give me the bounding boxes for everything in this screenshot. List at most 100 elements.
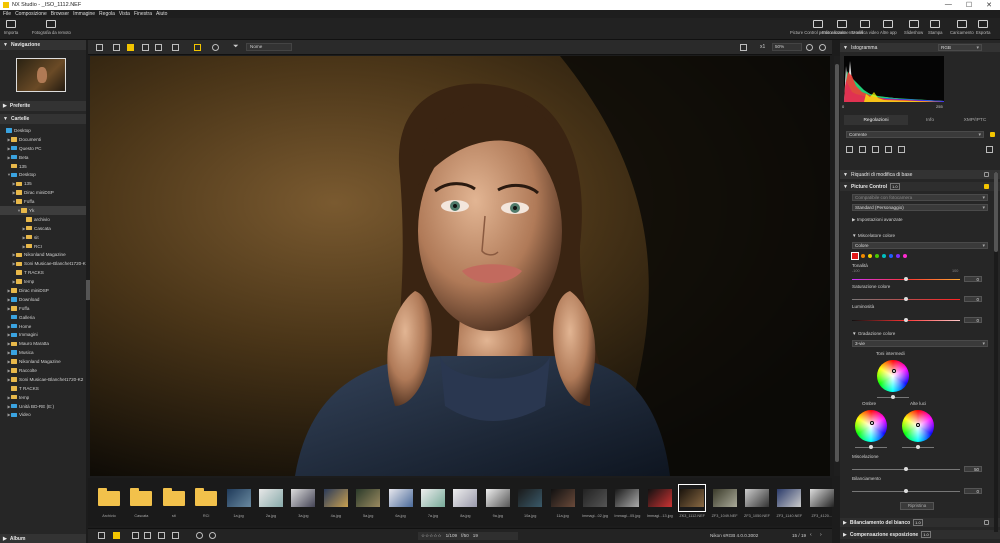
color-grading-header[interactable]: ▼ Gradazione colore [852,331,895,336]
folder-tree-item[interactable]: ▶ RCI [0,242,86,251]
menu-finestra[interactable]: Finestra [134,11,152,17]
color-swatch[interactable] [896,254,900,258]
folder-tree-item[interactable]: ▶ Soni Musicae-Blanchet1720-K [0,259,86,268]
shadows-wheel-handle[interactable] [870,421,874,425]
filter-icon[interactable]: ⏷ [233,43,239,51]
folder-tree-item[interactable]: ▼ Foffa [0,197,86,206]
thumbnail-size-icon[interactable] [98,532,105,539]
focus-point-icon[interactable] [194,44,201,51]
luminance-value-field[interactable]: 0 [964,317,982,323]
folder-tree-item[interactable]: Galleria [0,313,86,322]
rotate-right-icon[interactable] [209,532,216,539]
filmstrip-thumbnail[interactable] [678,484,707,512]
settings-gear-icon[interactable] [986,146,993,153]
highlights-color-wheel[interactable] [902,410,934,442]
filmstrip-thumbnail[interactable] [647,485,673,511]
menu-immagine[interactable]: Immagine [73,11,95,17]
filmstrip-thumbnail[interactable] [485,485,511,511]
navigation-thumbnail[interactable] [16,58,66,92]
folder-tree-item[interactable]: ▶ Documenti [0,135,86,144]
tab-info[interactable]: Info [910,115,950,125]
right-panel-scrollbar[interactable] [994,172,998,532]
folder-tree-item[interactable]: ▶ Download [0,295,86,304]
luminance-slider[interactable] [852,318,960,322]
filmstrip-folder[interactable] [96,485,122,511]
folder-tree-item[interactable]: ▼ Desktop [0,170,86,179]
list-view-icon[interactable] [113,44,120,51]
sort-select[interactable]: Nome [246,43,292,51]
midtones-wheel-handle[interactable] [892,369,896,373]
saturation-value-field[interactable]: 0 [964,296,982,302]
filmstrip-thumbnail[interactable] [226,485,252,511]
zoom-out-icon[interactable] [806,44,813,51]
balance-value-field[interactable]: 0 [964,488,982,494]
single-view-icon[interactable] [127,44,134,51]
menu-vista[interactable]: Vista [119,11,130,17]
brush-tool-icon[interactable] [859,146,866,153]
folder-tree-item[interactable]: Desktop [0,126,86,135]
color-swatch[interactable] [868,254,872,258]
histogram-view-icon[interactable] [172,44,179,51]
rating-stars[interactable]: ☆☆☆☆☆ [421,532,442,540]
filmstrip-thumbnail[interactable] [582,485,608,511]
reset-button[interactable]: Ripristina [900,502,934,510]
menu-composizione[interactable]: Composizione [15,11,47,17]
midtones-luminance-slider[interactable] [877,395,909,399]
saturation-slider-knob[interactable] [904,297,908,301]
rotate-left-icon[interactable] [196,532,203,539]
video-edit-button[interactable]: Modifica video [852,20,879,35]
folder-tree-item[interactable]: ▶ Unità BD-RE (E:) [0,402,86,411]
color-swatch[interactable] [875,254,879,258]
hue-slider[interactable] [852,277,960,281]
hue-slider-knob[interactable] [904,277,908,281]
fullscreen-icon[interactable] [212,44,219,51]
highlights-wheel-handle[interactable] [916,423,920,427]
close-button[interactable]: ✕ [986,1,992,9]
midtones-color-wheel[interactable] [877,360,909,392]
filmstrip-thumbnail[interactable] [712,485,738,511]
navigation-panel-header[interactable]: ▼ Navigazione [0,40,86,50]
preset-select[interactable]: Corrente [846,131,984,138]
print-button[interactable]: Stampa [928,20,942,35]
picture-control-compat-select[interactable]: Compatibile con fotocamera [852,194,988,201]
filmstrip-thumbnail[interactable] [517,485,543,511]
filmstrip-thumbnail[interactable] [614,485,640,511]
folder-tree-item[interactable]: ▶ Soni Musicae-Blanchet1720-K2 [0,375,86,384]
saturation-slider[interactable] [852,297,960,301]
highlights-luminance-knob[interactable] [916,445,920,449]
blend-value-field[interactable]: 50 [964,466,982,472]
export-button[interactable]: Esporta [976,20,990,35]
folder-tree-item[interactable]: ▶ Dirac miniDSP [0,286,86,295]
shadows-luminance-knob[interactable] [869,445,873,449]
layout-icon[interactable] [144,532,151,539]
filmstrip-thumbnail[interactable] [776,485,802,511]
info-overlay-icon[interactable] [158,532,165,539]
zoom-1x-button[interactable]: x1 [760,44,765,50]
base-edit-checkbox[interactable] [984,172,989,177]
folders-panel-header[interactable]: ▼ Cartelle [0,114,86,124]
color-grading-mode-select[interactable]: 3-vie [852,340,988,347]
filmstrip-thumbnail[interactable] [355,485,381,511]
menu-browser[interactable]: Browser [51,11,69,17]
apps-button[interactable]: Altre app [880,20,897,35]
crop-tool-icon[interactable] [846,146,853,153]
filmstrip-thumbnail[interactable] [258,485,284,511]
filmstrip-thumbnail[interactable] [550,485,576,511]
grid-view-icon[interactable] [96,44,103,51]
folder-tree-item[interactable]: ▶ Foffa [0,304,86,313]
white-balance-header[interactable]: ▶ Bilanciamento del bianco 1.0 [840,518,1000,527]
album-panel-header[interactable]: ▶ Album [0,534,86,543]
folder-tree-item[interactable]: ▶ Home [0,322,86,331]
folder-tree-item[interactable]: archivio [0,215,86,224]
shadows-color-wheel[interactable] [855,410,887,442]
balance-slider[interactable] [852,489,960,493]
blend-slider[interactable] [852,467,960,471]
right-panel-scroll-thumb[interactable] [994,172,998,252]
camera-remote-button[interactable]: Fotografia da remoto [32,20,71,35]
filmstrip-thumbnail[interactable] [809,485,835,511]
color-swatch[interactable] [882,254,886,258]
menu-file[interactable]: File [3,11,11,17]
filmstrip-thumbnail[interactable] [388,485,414,511]
white-balance-checkbox[interactable] [984,520,989,525]
import-button[interactable]: Importa [4,20,18,35]
